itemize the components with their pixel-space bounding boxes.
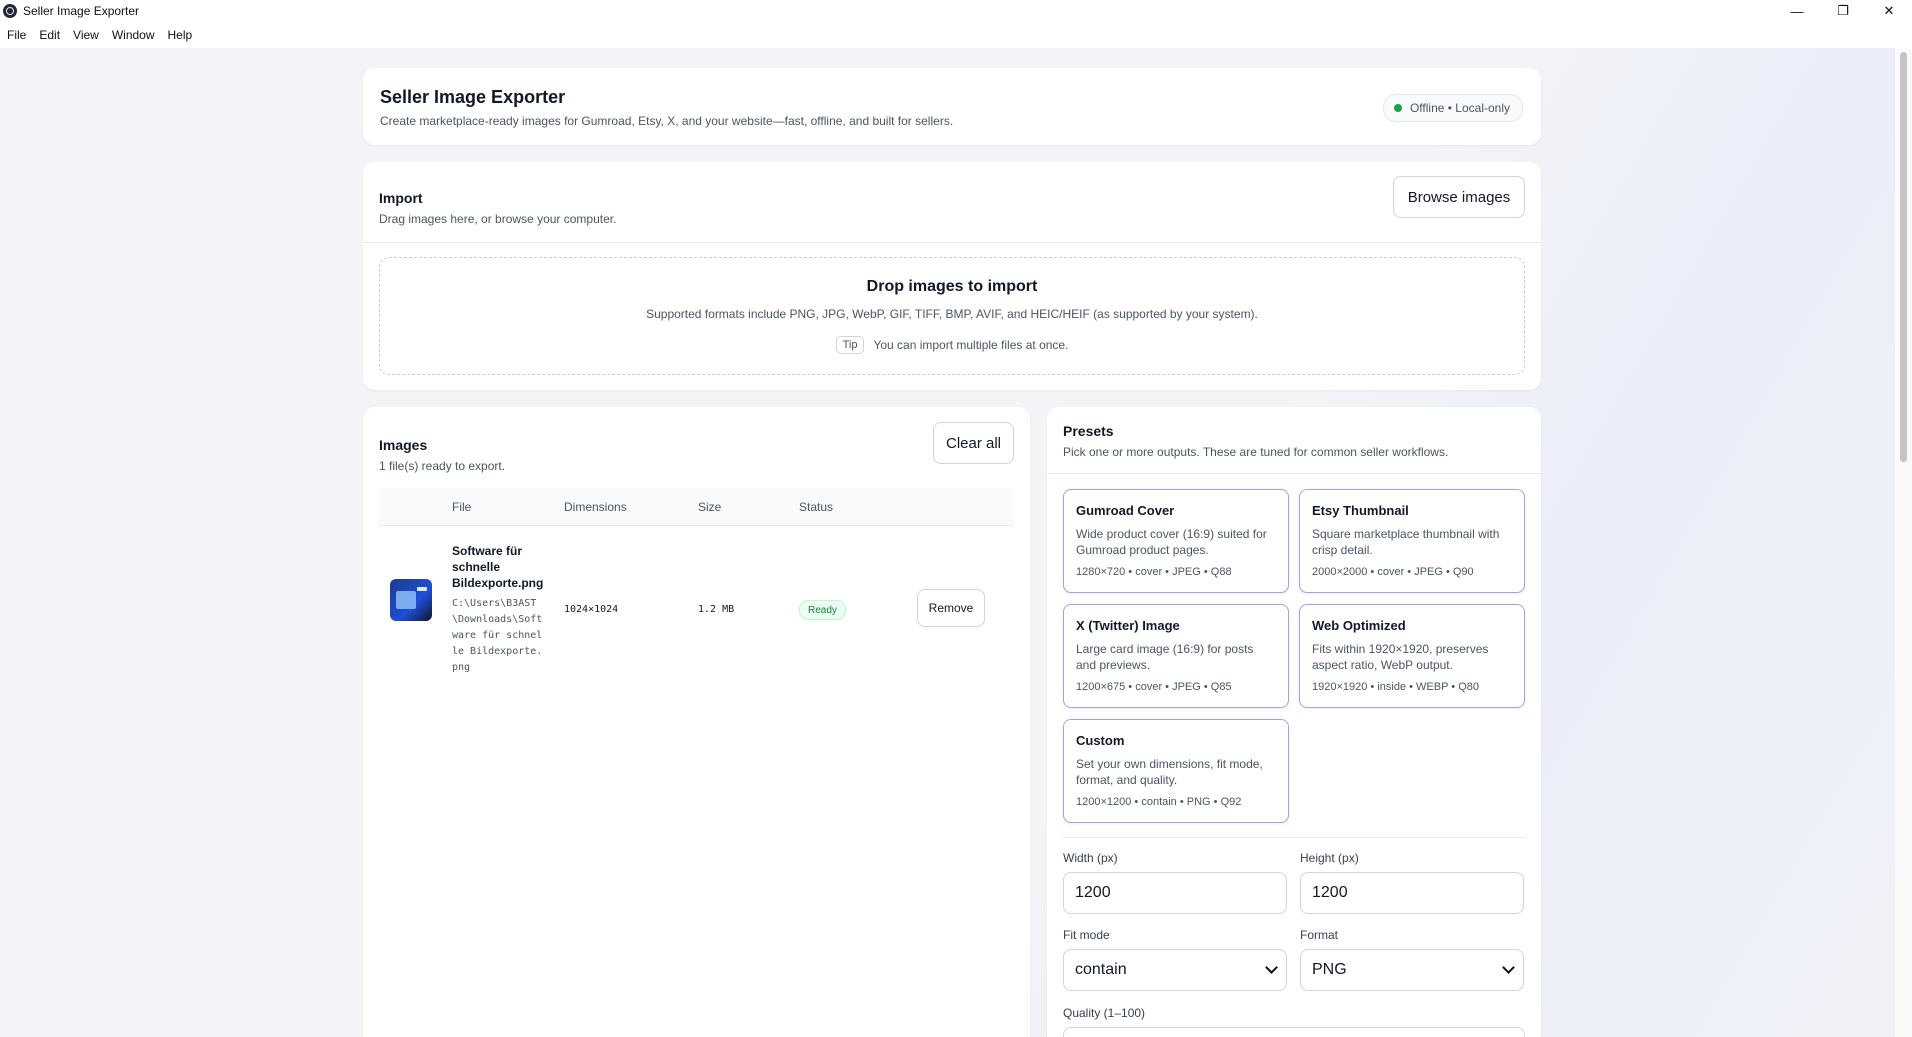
close-button[interactable]: ✕: [1866, 0, 1912, 22]
import-divider: [363, 242, 1541, 243]
drop-zone-title: Drop images to import: [866, 278, 1038, 295]
menu-window[interactable]: Window: [112, 28, 155, 42]
format-select[interactable]: PNG: [1300, 949, 1524, 991]
browse-images-button[interactable]: Browse images: [1393, 176, 1525, 218]
format-value: PNG: [1312, 961, 1347, 978]
file-name: Software für schnelle Bildexporte.png: [452, 544, 544, 590]
import-card: Import Drag images here, or browse your …: [363, 162, 1541, 390]
scrollbar-thumb[interactable]: [1900, 52, 1907, 462]
preset-web-optimized[interactable]: Web Optimized Fits within 1920×1920, pre…: [1299, 604, 1525, 708]
app-logo-icon: [3, 4, 17, 18]
minimize-button[interactable]: —: [1774, 0, 1820, 22]
tip-row: Tip You can import multiple files at onc…: [380, 336, 1524, 354]
height-input[interactable]: 1200: [1300, 872, 1524, 914]
status-dot-icon: [1393, 104, 1402, 112]
preset-title: Web Optimized: [1312, 618, 1406, 633]
page-subtitle: Create marketplace-ready images for Gumr…: [380, 114, 954, 128]
column-size: Size: [698, 500, 722, 514]
menu-bar: File Edit View Window Help: [0, 24, 205, 46]
preset-meta: 1920×1920 • inside • WEBP • Q80: [1312, 681, 1479, 693]
table-row: Software für schnelle Bildexporte.png C:…: [379, 527, 1013, 687]
chevron-down-icon: [1502, 961, 1515, 974]
header-card: Seller Image Exporter Create marketplace…: [363, 68, 1541, 145]
column-file: File: [452, 500, 472, 514]
column-status: Status: [799, 500, 834, 514]
presets-divider: [1047, 473, 1541, 474]
image-thumbnail: [390, 579, 432, 621]
preset-description: Set your own dimensions, fit mode, forma…: [1076, 757, 1263, 787]
tip-badge: Tip: [835, 336, 865, 354]
drop-zone-formats: Supported formats include PNG, JPG, WebP…: [646, 307, 1258, 321]
images-title: Images: [379, 437, 428, 453]
preset-meta: 1200×1200 • contain • PNG • Q92: [1076, 796, 1242, 808]
images-card: Images 1 file(s) ready to export. Clear …: [363, 407, 1030, 1037]
preset-description: Square marketplace thumbnail with crisp …: [1312, 527, 1500, 557]
column-dimensions: Dimensions: [564, 500, 627, 514]
tip-text: You can import multiple files at once.: [873, 338, 1069, 352]
remove-button[interactable]: Remove: [917, 589, 985, 627]
preset-title: Custom: [1076, 733, 1125, 748]
preset-title: Gumroad Cover: [1076, 503, 1175, 518]
maximize-button[interactable]: ❐: [1820, 0, 1866, 22]
file-size: 1.2 MB: [698, 604, 735, 615]
quality-input[interactable]: [1063, 1027, 1525, 1037]
settings-divider: [1063, 837, 1525, 838]
preset-title: Etsy Thumbnail: [1312, 503, 1409, 518]
menu-view[interactable]: View: [73, 28, 99, 42]
title-bar: Seller Image Exporter — ❐ ✕: [0, 0, 1912, 22]
chevron-down-icon: [1265, 961, 1278, 974]
status-ready-badge: Ready: [799, 600, 846, 620]
menu-edit[interactable]: Edit: [39, 28, 60, 42]
format-label: Format: [1300, 928, 1339, 942]
preset-meta: 2000×2000 • cover • JPEG • Q90: [1312, 566, 1474, 578]
file-dimensions: 1024×1024: [564, 604, 619, 615]
vertical-scrollbar[interactable]: [1895, 48, 1912, 1037]
preset-title: X (Twitter) Image: [1076, 618, 1180, 633]
images-subtitle: 1 file(s) ready to export.: [379, 459, 506, 473]
preset-meta: 1280×720 • cover • JPEG • Q88: [1076, 566, 1232, 578]
status-badge-label: Offline • Local-only: [1409, 101, 1510, 115]
window-title: Seller Image Exporter: [23, 4, 140, 18]
preset-x-twitter-image[interactable]: X (Twitter) Image Large card image (16:9…: [1063, 604, 1289, 708]
preset-description: Fits within 1920×1920, preserves aspect …: [1312, 642, 1489, 672]
drop-zone[interactable]: Drop images to import Supported formats …: [379, 257, 1525, 375]
menu-help[interactable]: Help: [168, 28, 193, 42]
main-content: Seller Image Exporter Create marketplace…: [0, 48, 1912, 1037]
file-path: C:\Users\B3AST\Downloads\Software für sc…: [452, 598, 543, 673]
fit-mode-label: Fit mode: [1063, 928, 1110, 942]
preset-description: Large card image (16:9) for posts and pr…: [1076, 642, 1254, 672]
presets-card: Presets Pick one or more outputs. These …: [1047, 407, 1541, 1037]
preset-gumroad-cover[interactable]: Gumroad Cover Wide product cover (16:9) …: [1063, 489, 1289, 593]
width-label: Width (px): [1063, 851, 1118, 865]
window-controls: — ❐ ✕: [1774, 0, 1912, 22]
menu-file[interactable]: File: [7, 28, 26, 42]
preset-etsy-thumbnail[interactable]: Etsy Thumbnail Square marketplace thumbn…: [1299, 489, 1525, 593]
import-title: Import: [379, 190, 423, 206]
page-title: Seller Image Exporter: [380, 87, 566, 107]
height-label: Height (px): [1300, 851, 1359, 865]
presets-subtitle: Pick one or more outputs. These are tune…: [1063, 445, 1449, 459]
preset-description: Wide product cover (16:9) suited for Gum…: [1076, 527, 1267, 557]
preset-custom[interactable]: Custom Set your own dimensions, fit mode…: [1063, 719, 1289, 823]
clear-all-button[interactable]: Clear all: [933, 422, 1014, 464]
quality-label: Quality (1–100): [1063, 1006, 1146, 1020]
fit-mode-select[interactable]: contain: [1063, 949, 1287, 991]
status-badge: Offline • Local-only: [1382, 94, 1523, 122]
presets-title: Presets: [1063, 423, 1114, 439]
width-input[interactable]: 1200: [1063, 872, 1287, 914]
images-table-header: File Dimensions Size Status: [379, 488, 1013, 526]
import-subtitle: Drag images here, or browse your compute…: [379, 212, 617, 226]
preset-meta: 1200×675 • cover • JPEG • Q85: [1076, 681, 1232, 693]
fit-mode-value: contain: [1075, 961, 1127, 978]
